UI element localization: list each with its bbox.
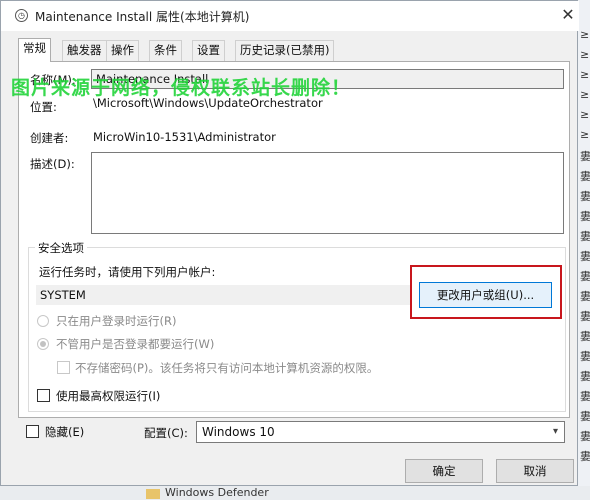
tab-history[interactable]: 历史记录(已禁用)	[235, 40, 335, 61]
description-label: 描述(D):	[30, 157, 75, 171]
hidden-checkbox[interactable]	[26, 425, 39, 438]
title-bar: ◷ Maintenance Install 属性(本地计算机) ✕	[1, 1, 579, 31]
background-strip-char: 婁	[580, 250, 590, 263]
background-strip-char: 婁	[580, 330, 590, 343]
radio-run-whether-logged-on[interactable]	[37, 338, 49, 350]
background-strip-char: 婁	[580, 170, 590, 183]
background-strip-char: ≥	[580, 108, 590, 121]
security-options-legend: 安全选项	[35, 240, 87, 256]
background-strip-char: 婁	[580, 310, 590, 323]
window-title: Maintenance Install 属性(本地计算机)	[35, 10, 250, 24]
location-label: 位置:	[30, 100, 57, 114]
background-strip-char: 婁	[580, 410, 590, 423]
folder-icon	[146, 489, 160, 499]
background-strip-char: 婁	[580, 270, 590, 283]
background-strip-char: ≥	[580, 48, 590, 61]
chevron-down-icon: ▾	[552, 426, 558, 437]
radio-run-only-logged-on[interactable]	[37, 315, 49, 327]
author-label: 创建者:	[30, 131, 69, 145]
config-select[interactable]: Windows 10 ▾	[196, 421, 565, 443]
background-strip-char: ≥	[580, 128, 590, 141]
run-as-label: 运行任务时，请使用下列用户帐户:	[39, 265, 216, 279]
background-strip-char: 婁	[580, 390, 590, 403]
author-value: MicroWin10-1531\Administrator	[93, 130, 276, 144]
watermark-text: 图片来源于网络，侵权联系站长删除！	[11, 77, 352, 99]
close-icon[interactable]: ✕	[557, 5, 579, 25]
tab-general[interactable]: 常规	[18, 38, 51, 62]
change-user-or-group-button[interactable]: 更改用户或组(U)...	[419, 282, 552, 308]
background-strip-char: ≥	[580, 88, 590, 101]
ok-button[interactable]: 确定	[405, 459, 483, 483]
description-textarea[interactable]	[91, 152, 564, 234]
no-store-password-label: 不存储密码(P)。该任务将只有访问本地计算机资源的权限。	[75, 361, 379, 375]
highest-privileges-checkbox[interactable]	[37, 389, 50, 402]
background-strip-char: 婁	[580, 210, 590, 223]
highest-privileges-label: 使用最高权限运行(I)	[56, 389, 161, 403]
background-strip-char: 婁	[580, 230, 590, 243]
radio-run-whether-logged-on-label: 不管用户是否登录都要运行(W)	[56, 337, 215, 351]
background-strip-char: 婁	[580, 350, 590, 363]
user-account-field: SYSTEM	[36, 285, 410, 305]
tab-triggers[interactable]: 触发器	[62, 40, 107, 61]
background-strip-char: 婁	[580, 430, 590, 443]
background-strip-char: ≥	[580, 68, 590, 81]
config-label: 配置(C):	[144, 426, 188, 440]
background-strip-char: ≥	[580, 28, 590, 41]
tab-settings[interactable]: 设置	[192, 40, 225, 61]
background-strip-char: 婁	[580, 190, 590, 203]
background-strip-char: 婁	[580, 290, 590, 303]
background-window-bottom	[0, 486, 590, 500]
radio-run-only-logged-on-label: 只在用户登录时运行(R)	[56, 314, 177, 328]
background-strip-char: 婁	[580, 370, 590, 383]
cancel-button[interactable]: 取消	[496, 459, 574, 483]
properties-dialog: ◷ Maintenance Install 属性(本地计算机) ✕ 常规 触发器…	[0, 0, 579, 486]
background-item-windows-defender: Windows Defender	[165, 486, 269, 499]
background-strip-char: 婁	[580, 150, 590, 163]
config-selected-value: Windows 10	[202, 425, 275, 439]
task-clock-icon: ◷	[15, 9, 28, 22]
no-store-password-checkbox[interactable]	[57, 361, 70, 374]
tab-actions[interactable]: 操作	[106, 40, 139, 61]
background-strip-char: 婁	[580, 450, 590, 463]
tab-conditions[interactable]: 条件	[149, 40, 182, 61]
hidden-label: 隐藏(E)	[45, 425, 85, 439]
